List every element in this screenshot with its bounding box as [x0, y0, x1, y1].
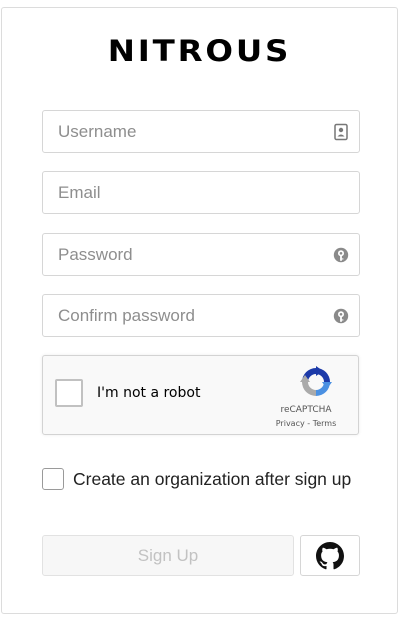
create-organization-checkbox[interactable]	[42, 468, 64, 490]
username-field[interactable]	[42, 110, 360, 153]
create-organization-option[interactable]: Create an organization after sign up	[42, 468, 351, 490]
password-input[interactable]	[43, 234, 359, 275]
password-field[interactable]	[42, 233, 360, 276]
confirm-password-input[interactable]	[43, 295, 359, 336]
sign-up-button[interactable]: Sign Up	[42, 535, 294, 576]
email-input[interactable]	[43, 172, 359, 213]
password-key-icon	[333, 247, 349, 263]
recaptcha-label: I'm not a robot	[97, 385, 201, 401]
recaptcha-logo-icon	[286, 365, 346, 404]
confirm-password-field[interactable]	[42, 294, 360, 337]
github-signin-button[interactable]	[300, 535, 360, 576]
github-icon	[316, 541, 344, 569]
nitrous-logo: NITROUS	[107, 34, 292, 68]
contact-card-icon	[334, 123, 348, 141]
recaptcha-widget: I'm not a robot reCAPTCHA Privacy - Term…	[42, 355, 359, 435]
username-input[interactable]	[43, 111, 359, 152]
password-key-icon	[333, 308, 349, 324]
create-organization-label: Create an organization after sign up	[73, 468, 352, 489]
recaptcha-brand: reCAPTCHA	[280, 405, 332, 415]
recaptcha-links[interactable]: Privacy - Terms	[266, 419, 346, 428]
recaptcha-checkbox[interactable]	[55, 379, 83, 407]
email-field[interactable]	[42, 171, 360, 214]
